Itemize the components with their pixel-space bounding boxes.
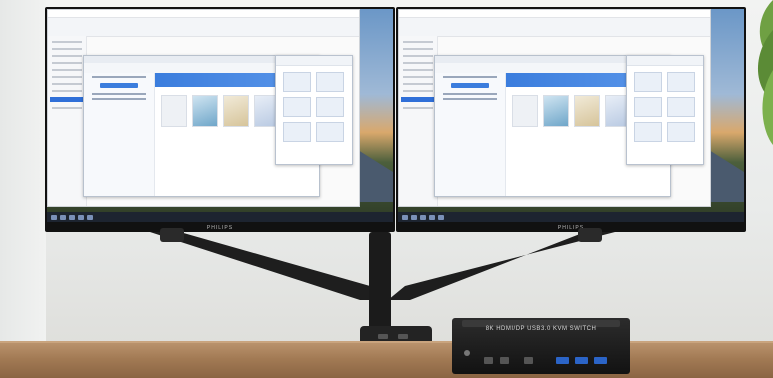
dialog-header[interactable] (627, 56, 703, 66)
port-icon (484, 357, 493, 364)
app-icon[interactable] (411, 214, 417, 220)
skin-option[interactable] (634, 72, 662, 92)
skin-option[interactable] (283, 122, 311, 142)
nav-item[interactable] (52, 48, 82, 50)
usb-port-icon (378, 334, 388, 339)
nav-item[interactable] (403, 41, 433, 43)
nav-item[interactable] (52, 90, 82, 92)
nav-item[interactable] (52, 69, 82, 71)
skin-option[interactable] (283, 72, 311, 92)
start-icon[interactable] (402, 214, 408, 220)
wps-sidebar (435, 73, 506, 196)
nav-item[interactable] (52, 62, 82, 64)
skin-option[interactable] (667, 97, 695, 117)
taskbar (47, 212, 393, 222)
sidebar-button[interactable] (100, 83, 138, 88)
skin-option[interactable] (634, 97, 662, 117)
wps-sidebar (84, 73, 155, 196)
nav-item[interactable] (52, 76, 82, 78)
nav-item[interactable] (403, 62, 433, 64)
app-icon[interactable] (78, 214, 84, 220)
kvm-label: 8K HDMI/DP USB3.0 KVM SWITCH (485, 326, 597, 332)
app-icon[interactable] (420, 214, 426, 220)
template-thumbnail[interactable] (512, 95, 538, 127)
nav-item[interactable] (403, 83, 433, 85)
wall-background (0, 0, 46, 345)
skin-option[interactable] (283, 97, 311, 117)
app-icon[interactable] (429, 214, 435, 220)
nav-item[interactable] (403, 90, 433, 92)
nav-item[interactable] (52, 83, 82, 85)
desk-surface (0, 343, 773, 378)
template-thumbnail[interactable] (574, 95, 600, 127)
sidebar-button[interactable] (451, 83, 489, 88)
nav-item[interactable] (403, 76, 433, 78)
skin-option[interactable] (634, 122, 662, 142)
app-icon[interactable] (60, 214, 66, 220)
power-button-icon (464, 350, 470, 356)
sidebar-text (92, 76, 146, 78)
skin-option[interactable] (316, 122, 344, 142)
explorer-navigation-pane (48, 36, 87, 206)
explorer-ribbon[interactable] (48, 18, 360, 37)
kvm-switch-icon: 8K HDMI/DP USB3.0 KVM SWITCH (452, 318, 630, 374)
monitor-left: PHILIPS (45, 7, 395, 232)
taskbar (398, 212, 744, 222)
sidebar-text (443, 76, 497, 78)
start-icon[interactable] (51, 214, 57, 220)
skin-management-dialog (626, 55, 704, 165)
screen-right (398, 9, 744, 222)
app-icon[interactable] (69, 214, 75, 220)
skin-option[interactable] (316, 72, 344, 92)
screen-left (47, 9, 393, 222)
usb-port-icon (594, 357, 607, 364)
explorer-navigation-pane (399, 36, 438, 206)
nav-item-selected[interactable] (401, 97, 435, 102)
nav-item[interactable] (52, 107, 82, 109)
nav-item[interactable] (403, 69, 433, 71)
skin-option[interactable] (667, 72, 695, 92)
skin-option[interactable] (667, 122, 695, 142)
nav-item[interactable] (403, 55, 433, 57)
usb-port-icon (398, 334, 408, 339)
explorer-titlebar[interactable] (48, 10, 360, 18)
nav-item-selected[interactable] (50, 97, 84, 102)
skin-option[interactable] (316, 97, 344, 117)
port-icon (524, 357, 533, 364)
template-thumbnail[interactable] (161, 95, 187, 127)
sidebar-text (443, 93, 497, 95)
sidebar-text (443, 98, 497, 100)
template-thumbnail[interactable] (223, 95, 249, 127)
nav-item[interactable] (403, 48, 433, 50)
template-thumbnail[interactable] (192, 95, 218, 127)
template-thumbnail[interactable] (543, 95, 569, 127)
explorer-ribbon[interactable] (399, 18, 711, 37)
explorer-titlebar[interactable] (399, 10, 711, 18)
sidebar-text (92, 98, 146, 100)
monitor-right: PHILIPS (396, 7, 746, 232)
usb-port-icon (556, 357, 569, 364)
nav-item[interactable] (403, 107, 433, 109)
nav-item[interactable] (52, 55, 82, 57)
port-icon (500, 357, 509, 364)
dialog-header[interactable] (276, 56, 352, 66)
app-icon[interactable] (87, 214, 93, 220)
skin-management-dialog (275, 55, 353, 165)
usb-port-icon (575, 357, 588, 364)
app-icon[interactable] (438, 214, 444, 220)
nav-item[interactable] (52, 41, 82, 43)
sidebar-text (92, 93, 146, 95)
